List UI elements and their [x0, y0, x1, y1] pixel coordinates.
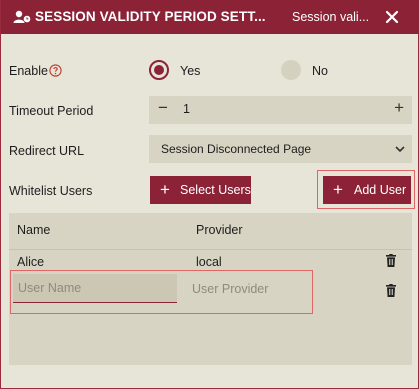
enable-label: Enable: [9, 64, 48, 78]
user-provider-input[interactable]: [192, 276, 302, 302]
timeout-label: Timeout Period: [9, 104, 94, 118]
title-bar: SESSION VALIDITY PERIOD SETT... Session …: [1, 0, 419, 34]
plus-icon: +: [160, 180, 170, 199]
redirect-url-select[interactable]: Session Disconnected Page: [149, 135, 412, 163]
redirect-url-value: Session Disconnected Page: [161, 142, 312, 156]
enable-no-label[interactable]: No: [312, 64, 328, 78]
column-header-provider: Provider: [196, 223, 243, 237]
decrement-button[interactable]: −: [158, 98, 168, 118]
user-name-input[interactable]: [13, 274, 177, 303]
enable-yes-radio[interactable]: [149, 60, 169, 80]
redirect-label: Redirect URL: [9, 144, 85, 158]
enable-no-radio[interactable]: [281, 60, 301, 80]
user-name-cell: Alice: [17, 255, 45, 269]
chevron-down-icon: [395, 146, 405, 153]
user-provider-cell: local: [196, 255, 222, 269]
enable-yes-label[interactable]: Yes: [180, 64, 200, 78]
add-user-button[interactable]: + Add User: [323, 176, 411, 204]
timeout-stepper[interactable]: − 1 +: [149, 96, 412, 124]
whitelist-label: Whitelist Users: [9, 184, 93, 198]
plus-icon: +: [333, 180, 343, 199]
close-icon[interactable]: [384, 9, 400, 25]
select-users-button[interactable]: + Select Users: [150, 176, 251, 204]
select-users-label: Select Users: [180, 183, 251, 197]
header-divider: [9, 249, 412, 250]
delete-icon[interactable]: [386, 284, 396, 297]
dialog-subtitle: Session vali...: [292, 10, 370, 24]
timeout-value[interactable]: 1: [183, 102, 190, 116]
column-header-name: Name: [17, 223, 51, 237]
increment-button[interactable]: +: [394, 98, 404, 118]
whitelist-users-table: Name Provider Alice local: [9, 213, 412, 365]
session-validity-dialog: SESSION VALIDITY PERIOD SETT... Session …: [0, 0, 419, 389]
help-circle-icon[interactable]: [49, 64, 62, 77]
user-clock-icon: [13, 10, 31, 23]
add-user-label: Add User: [354, 183, 407, 197]
dialog-title: SESSION VALIDITY PERIOD SETT...: [35, 9, 266, 24]
delete-icon[interactable]: [386, 254, 396, 267]
